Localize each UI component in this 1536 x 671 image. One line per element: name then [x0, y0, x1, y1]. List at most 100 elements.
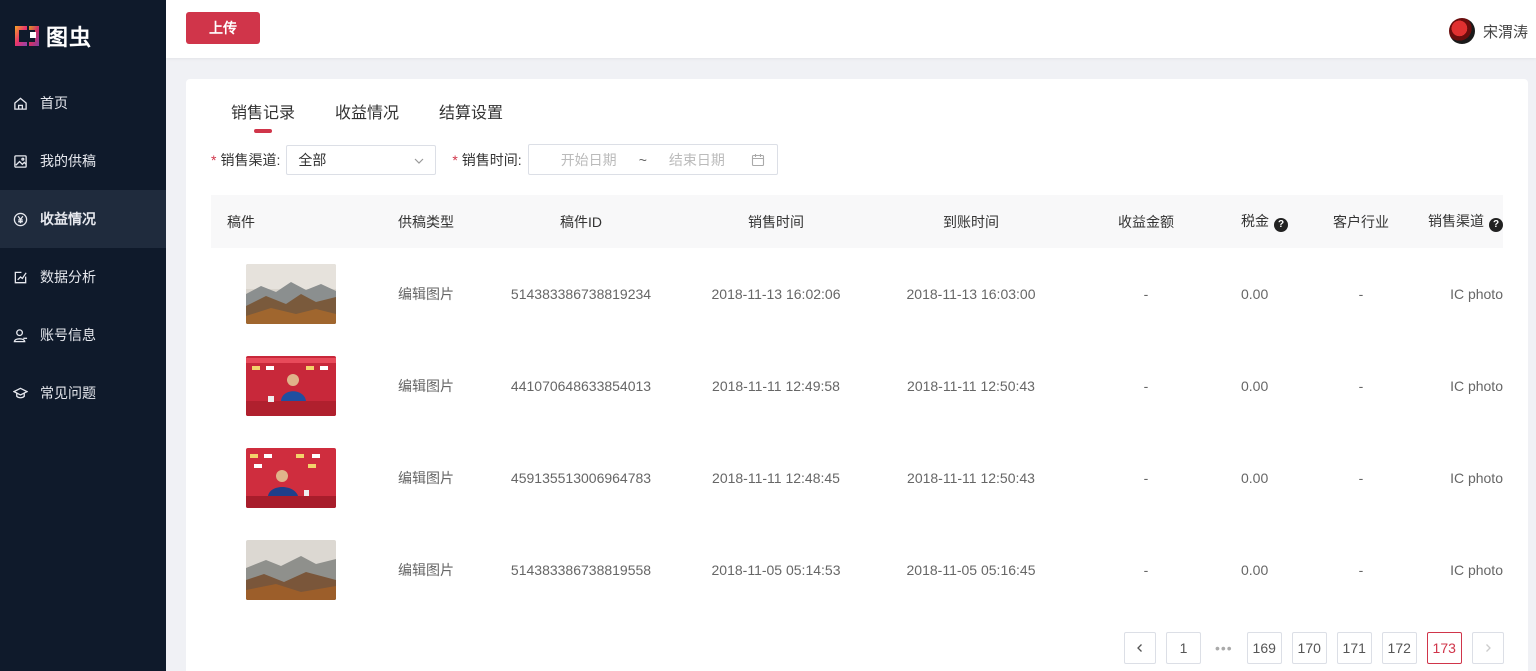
- next-page-button[interactable]: [1471, 632, 1504, 664]
- page-button-169[interactable]: 169: [1246, 632, 1282, 664]
- app-logo[interactable]: 图虫: [12, 20, 92, 52]
- cell-tax: 0.00: [1241, 378, 1269, 394]
- col-header-income: 收益金额: [1118, 213, 1174, 230]
- cell-type: 编辑图片: [398, 562, 454, 578]
- chart-edit-icon: [12, 269, 28, 285]
- sidebar-item-label: 账号信息: [40, 327, 96, 343]
- col-header-type: 供稿类型: [398, 213, 454, 230]
- col-header-tax-label: 税金: [1241, 213, 1269, 230]
- tab-earnings[interactable]: 收益情况: [335, 99, 399, 133]
- help-icon[interactable]: ?: [1489, 217, 1503, 232]
- col-header-industry: 客户行业: [1333, 213, 1389, 230]
- cell-arrival-time: 2018-11-13 16:03:00: [906, 286, 1036, 302]
- sidebar-item-label: 数据分析: [40, 269, 96, 285]
- page-button-172[interactable]: 172: [1381, 632, 1417, 664]
- cell-type: 编辑图片: [398, 286, 454, 302]
- page-button-173[interactable]: 173: [1426, 632, 1462, 664]
- cell-type: 编辑图片: [398, 470, 454, 486]
- user-icon: [12, 327, 28, 343]
- graduation-cap-icon: [12, 385, 28, 401]
- cell-industry: -: [1358, 378, 1364, 394]
- sidebar-item-label: 我的供稿: [40, 153, 96, 169]
- sidebar-item-data-analysis[interactable]: 数据分析: [0, 248, 166, 306]
- username: 宋渭涛: [1482, 23, 1528, 41]
- user-menu[interactable]: 宋渭涛: [1448, 18, 1528, 44]
- logo-mark-icon: [12, 22, 42, 50]
- logo-text: 图虫: [46, 25, 93, 50]
- sales-table: 稿件 供稿类型 稿件ID 销售时间 到账时间 收益金额 税金? 客户行业 销售渠…: [211, 195, 1503, 616]
- cell-industry: -: [1358, 470, 1364, 486]
- end-date-input[interactable]: 结束日期: [669, 150, 725, 170]
- page-button-170[interactable]: 170: [1291, 632, 1327, 664]
- cell-income: -: [1143, 470, 1149, 486]
- cell-id: 459135513006964783: [510, 470, 652, 486]
- mountain-photo-thumbnail[interactable]: [246, 264, 336, 324]
- cell-industry: -: [1358, 286, 1364, 302]
- required-mark: *: [452, 151, 458, 168]
- upload-button[interactable]: 上传: [186, 12, 260, 44]
- page-button-171[interactable]: 171: [1336, 632, 1372, 664]
- sidebar-item-label: 常见问题: [40, 385, 96, 401]
- table-row: 编辑图片 514383386738819558 2018-11-05 05:14…: [211, 524, 1503, 616]
- cell-sale-time: 2018-11-11 12:48:45: [712, 470, 840, 486]
- cell-sale-time: 2018-11-05 05:14:53: [711, 562, 841, 578]
- cell-channel: IC photo: [1450, 470, 1503, 486]
- page-button-1[interactable]: 1: [1166, 632, 1201, 664]
- press-conference-photo-thumbnail[interactable]: [246, 448, 336, 508]
- sidebar-item-faq[interactable]: 常见问题: [0, 364, 166, 422]
- range-separator: ~: [638, 151, 647, 168]
- sidebar-nav: 首页 我的供稿 收益情况 数据分析 账号信息 常见问题: [0, 74, 166, 422]
- table-row: 编辑图片 459135513006964783 2018-11-11 12:48…: [211, 432, 1503, 524]
- sidebar-item-account[interactable]: 账号信息: [0, 306, 166, 364]
- sidebar-item-earnings[interactable]: 收益情况: [0, 190, 166, 248]
- chevron-down-icon: [413, 154, 425, 166]
- col-header-tax: 税金?: [1221, 211, 1301, 232]
- yen-icon: [12, 211, 28, 227]
- cell-id: 441070648633854013: [510, 378, 652, 394]
- mountain-photo-thumbnail[interactable]: [246, 540, 336, 600]
- channel-select[interactable]: 全部: [286, 144, 437, 175]
- col-header-channel-label: 销售渠道: [1428, 213, 1484, 230]
- cell-tax: 0.00: [1241, 286, 1269, 302]
- table-row: 编辑图片 441070648633854013 2018-11-11 12:49…: [211, 340, 1503, 432]
- start-date-input[interactable]: 开始日期: [561, 150, 617, 170]
- channel-select-value: 全部: [298, 151, 327, 168]
- table-row: 编辑图片 514383386738819234 2018-11-13 16:02…: [211, 248, 1503, 340]
- cell-channel: IC photo: [1450, 562, 1503, 578]
- sidebar-item-home[interactable]: 首页: [0, 74, 166, 132]
- top-header: 上传 宋渭涛: [166, 0, 1536, 58]
- cell-income: -: [1143, 378, 1149, 394]
- cell-channel: IC photo: [1450, 378, 1503, 394]
- filter-bar: * 销售渠道: 全部 * 销售时间: 开始日期 ~ 结束日期: [211, 144, 778, 175]
- sidebar-item-my-submissions[interactable]: 我的供稿: [0, 132, 166, 190]
- col-header-channel: 销售渠道?: [1421, 211, 1503, 232]
- main-panel: 销售记录 收益情况 结算设置 * 销售渠道: 全部 * 销售时间: 开始日期 ~…: [186, 79, 1528, 671]
- pagination: 1 ••• 169 170 171 172 173: [1124, 632, 1514, 664]
- cell-id: 514383386738819558: [510, 562, 652, 578]
- cell-type: 编辑图片: [398, 378, 454, 394]
- press-conference-photo-thumbnail[interactable]: [246, 356, 336, 416]
- pagination-ellipsis[interactable]: •••: [1215, 640, 1233, 656]
- sidebar: 图虫 首页 我的供稿 收益情况 数据分析 账号信息 常见问题: [0, 0, 166, 671]
- tab-settlement-settings[interactable]: 结算设置: [439, 99, 503, 133]
- cell-tax: 0.00: [1241, 562, 1269, 578]
- cell-thumb: [211, 540, 371, 600]
- cell-channel: IC photo: [1450, 286, 1503, 302]
- date-range-picker[interactable]: 开始日期 ~ 结束日期: [527, 144, 778, 175]
- avatar[interactable]: [1448, 18, 1475, 44]
- sidebar-item-label: 收益情况: [40, 211, 96, 227]
- cell-industry: -: [1358, 562, 1364, 578]
- prev-page-button[interactable]: [1124, 632, 1156, 664]
- chevron-left-icon: [1137, 644, 1142, 652]
- tab-sales-records[interactable]: 销售记录: [231, 99, 295, 133]
- cell-thumb: [211, 356, 371, 416]
- col-header-id: 稿件ID: [560, 213, 602, 230]
- tab-bar: 销售记录 收益情况 结算设置: [231, 99, 543, 133]
- home-icon: [12, 95, 28, 111]
- cell-id: 514383386738819234: [510, 286, 652, 302]
- chevron-right-icon: [1485, 644, 1491, 652]
- cell-thumb: [211, 448, 371, 508]
- calendar-icon[interactable]: [751, 153, 765, 167]
- help-icon[interactable]: ?: [1274, 217, 1288, 232]
- col-header-sale-time: 销售时间: [748, 213, 804, 230]
